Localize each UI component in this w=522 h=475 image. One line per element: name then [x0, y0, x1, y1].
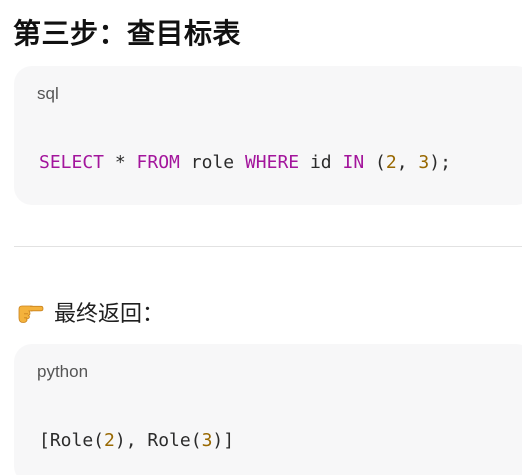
- horizontal-divider: [14, 246, 522, 247]
- keyword-where: WHERE: [244, 152, 300, 173]
- number-3: 3: [201, 430, 213, 451]
- token-open-paren: (: [364, 152, 386, 173]
- token-comma: ,: [396, 152, 419, 173]
- python-code-line[interactable]: [Role(2), Role(3)]: [39, 430, 234, 451]
- sql-code-block[interactable]: sql SELECT * FROM role WHERE id IN (2, 3…: [14, 66, 522, 205]
- code-language-label: sql: [37, 84, 59, 103]
- token-role-mid: ), Role(: [114, 430, 202, 451]
- token-column: id: [299, 152, 343, 173]
- keyword-select: SELECT: [39, 152, 105, 173]
- number-3: 3: [418, 152, 430, 173]
- number-2: 2: [385, 152, 397, 173]
- python-code-block[interactable]: python [Role(2), Role(3)]: [14, 344, 522, 475]
- code-language-label: python: [37, 362, 89, 381]
- token-role-open: [Role(: [39, 430, 105, 451]
- number-2: 2: [104, 430, 115, 451]
- section-heading: 第三步：查目标表: [13, 18, 242, 49]
- page: 第三步：查目标表 sql SELECT * FROM role WHERE id…: [0, 0, 522, 475]
- keyword-from: FROM: [136, 152, 180, 173]
- pointing-hand-icon: [18, 305, 44, 323]
- sql-code-line[interactable]: SELECT * FROM role WHERE id IN (2, 3);: [39, 152, 451, 173]
- token-star: *: [104, 152, 137, 173]
- token-close: );: [429, 152, 451, 173]
- keyword-in: IN: [342, 152, 365, 173]
- token-role-close: )]: [212, 430, 235, 451]
- token-table: role: [179, 152, 245, 173]
- result-label-text: 最终返回：: [54, 301, 165, 326]
- result-label-row: 最终返回：: [16, 296, 164, 328]
